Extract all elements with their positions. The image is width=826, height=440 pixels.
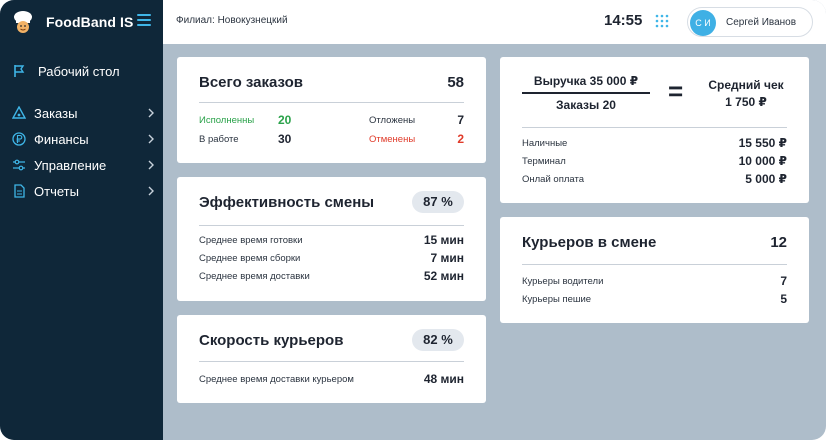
row-label: Терминал <box>522 156 566 167</box>
sidebar: FoodBand IS Рабочий стол Заказы Финансы … <box>0 0 163 440</box>
revenue-card: Выручка 35 000 ₽ Заказы 20 = Средний чек… <box>500 57 809 203</box>
sidebar-item-label: Рабочий стол <box>38 63 120 79</box>
app-window: FoodBand IS Рабочий стол Заказы Финансы … <box>0 0 826 440</box>
postponed-label: Отложены <box>369 115 416 126</box>
row-label: Курьеры водители <box>522 276 604 287</box>
equals-sign: = <box>668 76 684 106</box>
row-label: Наличные <box>522 138 568 149</box>
row-value: 48 мин <box>423 372 464 386</box>
row-value: 15 мин <box>423 233 464 247</box>
chevron-right-icon <box>148 186 154 196</box>
fraction-line <box>522 92 650 94</box>
sliders-icon <box>13 159 25 171</box>
sidebar-nav: Заказы Финансы Управление Отчеты <box>12 100 155 204</box>
done-label: Исполненны <box>199 115 255 126</box>
user-name: Сергей Иванов <box>726 17 797 28</box>
efficiency-percent-badge: 87 % <box>412 191 464 213</box>
speed-percent-badge: 82 % <box>412 329 464 351</box>
postponed-value: 7 <box>457 113 464 127</box>
card-title: Скорость курьеров <box>199 332 344 349</box>
divider <box>199 225 464 226</box>
card-title: Всего заказов <box>199 74 303 91</box>
done-value: 20 <box>278 113 292 127</box>
orders-icon <box>12 106 26 119</box>
chevron-right-icon <box>148 108 154 118</box>
orders-total: 58 <box>447 74 464 91</box>
row-label: Среднее время сборки <box>199 253 301 264</box>
user-menu[interactable]: С И Сергей Иванов <box>687 7 813 37</box>
menu-toggle-icon[interactable] <box>137 14 151 26</box>
top-bar: Филиал: Новокузнецкий 14:55 С И Сергей И… <box>163 0 826 44</box>
sidebar-item-orders[interactable]: Заказы <box>12 100 155 126</box>
cancelled-label: Отменены <box>369 134 416 145</box>
chevron-right-icon <box>148 160 154 170</box>
flag-icon <box>14 65 25 77</box>
couriers-total: 12 <box>770 234 787 251</box>
cancelled-value: 2 <box>457 132 464 146</box>
divider <box>522 264 787 265</box>
row-value: 5 <box>780 292 787 306</box>
chevron-right-icon <box>148 134 154 144</box>
row-label: Среднее время готовки <box>199 235 303 246</box>
document-icon <box>14 184 25 198</box>
revenue-denominator: Заказы 20 <box>556 98 616 112</box>
chef-logo-icon <box>14 11 32 33</box>
avg-check-label: Средний чек <box>708 78 784 92</box>
avg-check-value: 1 750 ₽ <box>725 95 767 109</box>
avatar: С И <box>690 10 716 36</box>
revenue-numerator: Выручка 35 000 ₽ <box>533 74 639 88</box>
card-title: Эффективность смены <box>199 194 375 211</box>
divider <box>199 102 464 103</box>
sidebar-item-management[interactable]: Управление <box>12 152 155 178</box>
row-value: 52 мин <box>423 269 464 283</box>
row-value: 7 мин <box>430 251 464 265</box>
brand[interactable]: FoodBand IS <box>10 8 133 36</box>
sidebar-item-label: Заказы <box>34 105 78 121</box>
row-label: Онлай оплата <box>522 174 584 185</box>
sidebar-item-reports[interactable]: Отчеты <box>12 178 155 204</box>
apps-grid-icon[interactable] <box>655 14 669 28</box>
clock: 14:55 <box>604 12 643 29</box>
sidebar-item-label: Финансы <box>34 131 89 147</box>
sidebar-item-label: Отчеты <box>34 183 79 199</box>
row-value: 7 <box>780 274 787 288</box>
ruble-icon <box>12 132 26 146</box>
work-value: 30 <box>278 132 292 146</box>
divider <box>522 127 787 128</box>
row-value: 5 000 ₽ <box>745 172 787 186</box>
row-value: 15 550 ₽ <box>738 136 787 150</box>
card-title: Курьеров в смене <box>522 234 657 251</box>
row-label: Среднее время доставки курьером <box>199 374 354 385</box>
row-label: Среднее время доставки <box>199 271 310 282</box>
row-label: Курьеры пешие <box>522 294 592 305</box>
work-label: В работе <box>199 134 239 145</box>
couriers-card: Курьеров в смене 12 Курьеры водители 7 К… <box>500 217 809 323</box>
divider <box>199 361 464 362</box>
sidebar-item-dashboard[interactable]: Рабочий стол <box>12 62 120 80</box>
branch-label[interactable]: Филиал: Новокузнецкий <box>176 15 288 26</box>
sidebar-item-label: Управление <box>34 157 107 173</box>
efficiency-card: Эффективность смены 87 % Среднее время г… <box>177 177 486 301</box>
orders-card: Всего заказов 58 Исполненны 20 В работе … <box>177 57 486 163</box>
courier-speed-card: Скорость курьеров 82 % Среднее время дос… <box>177 315 486 403</box>
row-value: 10 000 ₽ <box>738 154 787 168</box>
sidebar-item-finance[interactable]: Финансы <box>12 126 155 152</box>
app-name: FoodBand IS <box>46 14 134 30</box>
